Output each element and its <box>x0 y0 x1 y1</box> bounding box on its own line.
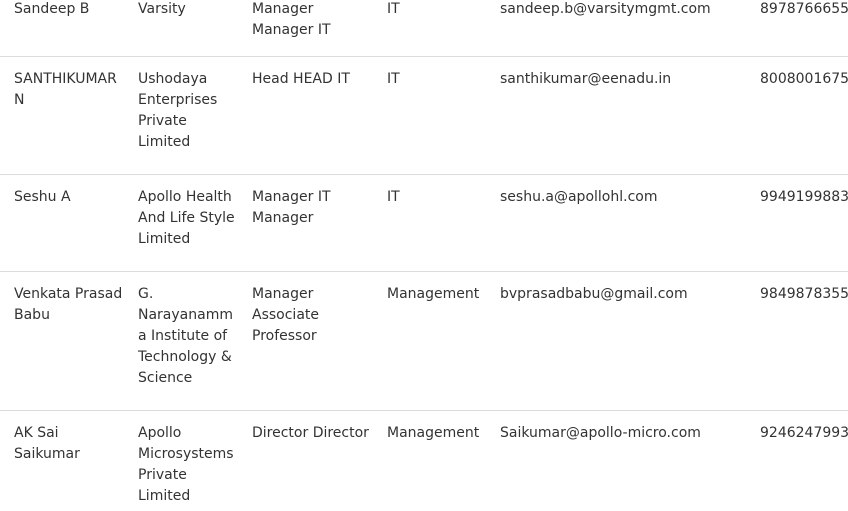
cell-email: sandeep.b@varsitymgmt.com <box>500 1 711 17</box>
table-row: SANTHIKUMAR N Ushodaya Enterprises Priva… <box>0 57 848 175</box>
cell-email: santhikumar@eenadu.in <box>500 71 672 87</box>
cell-department: Management <box>387 425 480 441</box>
cell-name: Sandeep B <box>14 1 90 17</box>
cell-email: bvprasadbabu@gmail.com <box>500 286 688 302</box>
cell-department: IT <box>387 189 400 205</box>
cell-name: Seshu A <box>14 189 71 205</box>
cell-designation: Manager Associate Professor <box>252 286 319 344</box>
cell-organization: G. Narayanamma Institute of Technology &… <box>138 286 233 386</box>
cell-department: Management <box>387 286 480 302</box>
cell-email: seshu.a@apollohl.com <box>500 189 658 205</box>
table-row: Seshu A Apollo Health And Life Style Lim… <box>0 175 848 272</box>
cell-phone: 9246247993 <box>760 425 848 441</box>
cell-designation: Director Director <box>252 425 369 441</box>
table-row: AK Sai Saikumar Apollo Microsystems Priv… <box>0 411 848 511</box>
cell-department: IT <box>387 1 400 17</box>
cell-organization: Apollo Health And Life Style Limited <box>138 189 235 247</box>
cell-designation: Manager IT Manager <box>252 189 331 226</box>
cell-organization: Ushodaya Enterprises Private Limited <box>138 71 218 150</box>
cell-department: IT <box>387 71 400 87</box>
cell-organization: Apollo Microsystems Private Limited <box>138 425 234 504</box>
cell-phone: 8978766655 <box>760 1 848 17</box>
cell-email: Saikumar@apollo-micro.com <box>500 425 701 441</box>
cell-phone: 8008001675 <box>760 71 848 87</box>
cell-name: Venkata Prasad Babu <box>14 286 123 323</box>
table-row: Venkata Prasad Babu G. Narayanamma Insti… <box>0 272 848 411</box>
cell-phone: 9949199883 <box>760 189 848 205</box>
table-row: Sandeep B Varsity Manager Manager IT IT … <box>0 0 848 57</box>
cell-designation: Head HEAD IT <box>252 71 350 87</box>
cell-name: AK Sai Saikumar <box>14 425 80 462</box>
cell-name: SANTHIKUMAR N <box>14 71 117 108</box>
cell-designation: Manager Manager IT <box>252 1 331 38</box>
cell-organization: Varsity <box>138 1 186 17</box>
cell-phone: 9849878355 <box>760 286 848 302</box>
contacts-table: Sandeep B Varsity Manager Manager IT IT … <box>0 0 848 511</box>
